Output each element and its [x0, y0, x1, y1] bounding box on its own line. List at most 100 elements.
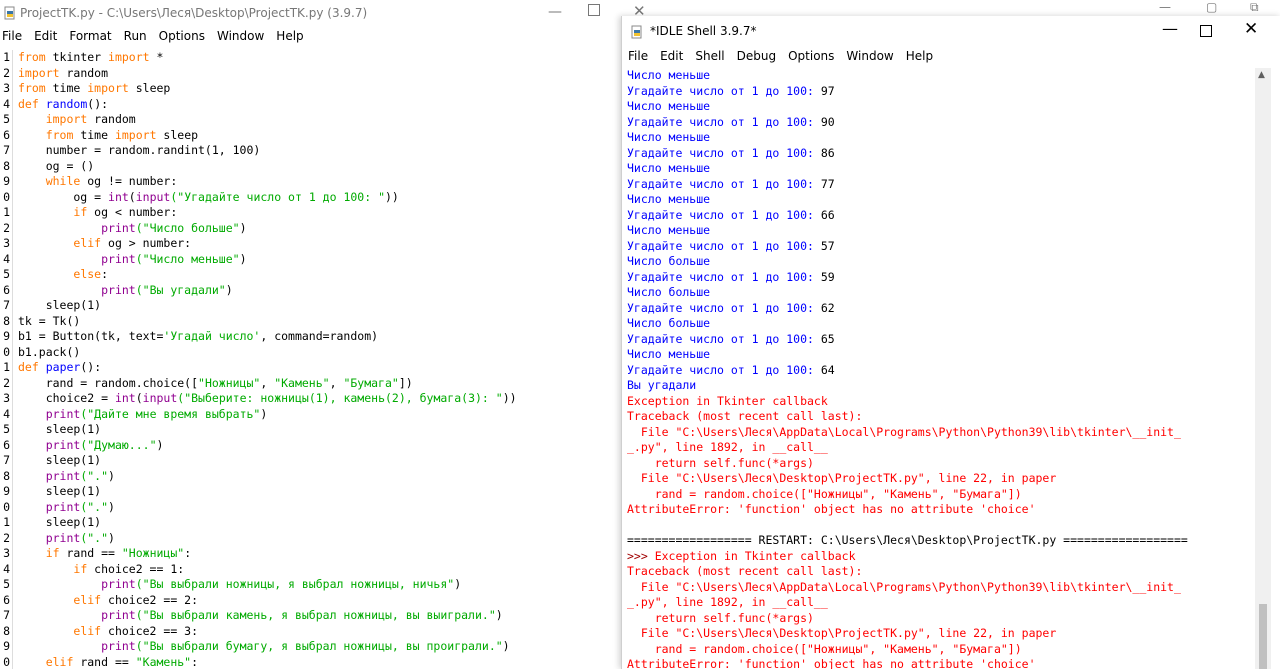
- shell-line: Число больше: [627, 254, 711, 268]
- shell-line: Exception in Tkinter callback: [627, 393, 828, 408]
- editor-menu-file[interactable]: File: [0, 29, 28, 47]
- shell-line: return self.func(*args): [627, 455, 814, 470]
- editor-minimize-icon[interactable]: —: [545, 4, 565, 20]
- code-text: from tkinter import *: [18, 50, 164, 64]
- shell-line: _.py", line 1892, in __call__: [627, 440, 828, 454]
- shell-menu-debug[interactable]: Debug: [731, 49, 782, 67]
- shell-line: AttributeError: 'function' object has no…: [627, 657, 1036, 669]
- editor-menu-window[interactable]: Window: [211, 29, 270, 47]
- shell-output[interactable]: Число меньше Угадайте число от 1 до 100: …: [627, 68, 1252, 669]
- line-number: 9: [3, 639, 10, 653]
- shell-line: Угадайте число от 1 до 100: 90: [627, 114, 835, 129]
- background-maximize-icon[interactable]: ▢: [1206, 0, 1217, 14]
- code-text: sleep(1): [18, 422, 102, 436]
- shell-line: Число меньше: [627, 68, 711, 82]
- code-text: sleep(1): [18, 515, 102, 529]
- code-text: print("Вы выбрали бумагу, я выбрал ножни…: [101, 639, 510, 653]
- shell-menubar: File Edit Shell Debug Options Window Hel…: [622, 49, 939, 67]
- code-text: print("."): [45, 530, 115, 545]
- shell-line: AttributeError: 'function' object has no…: [627, 502, 1036, 516]
- code-text: elif rand == "Камень":: [45, 654, 199, 669]
- scrollbar-thumb[interactable]: [1259, 604, 1267, 669]
- editor-window: ProjectTK.py - C:\Users\Леся\Desktop\Pro…: [0, 0, 662, 669]
- editor-titlebar[interactable]: ProjectTK.py - C:\Users\Леся\Desktop\Pro…: [0, 0, 662, 27]
- shell-line: Вы угадали: [627, 378, 697, 392]
- shell-titlebar[interactable]: *IDLE Shell 3.9.7* — ✕: [622, 16, 1280, 48]
- line-number: 5: [3, 422, 10, 436]
- shell-line: return self.func(*args): [627, 610, 814, 625]
- line-number: 0: [3, 344, 10, 359]
- code-text: choice2 = int(input("Выберите: ножницы(1…: [18, 391, 517, 405]
- background-close-icon[interactable]: ⧉: [1250, 0, 1259, 15]
- shell-menu-options[interactable]: Options: [782, 49, 840, 67]
- shell-line: Traceback (most recent call last):: [627, 564, 863, 578]
- line-number: 0: [3, 654, 10, 669]
- line-number: 8: [3, 623, 10, 638]
- code-text: if choice2 == 1:: [73, 561, 185, 576]
- shell-line: Число меньше: [627, 161, 711, 175]
- line-number: 5: [3, 112, 10, 126]
- python-file-icon: [4, 6, 15, 20]
- line-number: 6: [3, 127, 10, 142]
- shell-line: >>> Exception in Tkinter callback: [627, 548, 856, 563]
- shell-menu-shell[interactable]: Shell: [689, 49, 730, 67]
- line-number: 9: [3, 174, 10, 188]
- scroll-up-arrow-icon[interactable]: ▲: [1258, 70, 1265, 80]
- editor-menu-options[interactable]: Options: [153, 29, 211, 47]
- shell-minimize-icon[interactable]: —: [1162, 19, 1178, 38]
- code-text: print("."): [45, 468, 115, 483]
- line-number: 1: [3, 360, 10, 374]
- line-number: 2: [3, 220, 10, 235]
- shell-maximize-icon[interactable]: [1200, 25, 1212, 37]
- code-text: og = int(input("Угадайте число от 1 до 1…: [18, 189, 399, 204]
- shell-line: rand = random.choice(["Ножницы", "Камень…: [627, 486, 1022, 501]
- line-number: 4: [3, 251, 10, 266]
- shell-line: Число меньше: [627, 223, 711, 237]
- editor-menubar: File Edit Format Run Options Window Help: [0, 29, 310, 47]
- editor-menu-format[interactable]: Format: [63, 29, 117, 47]
- shell-line: Число больше: [627, 285, 711, 299]
- code-text: print("Вы выбрали камень, я выбрал ножни…: [101, 608, 503, 622]
- code-text: import random: [18, 65, 109, 80]
- code-text: from time import sleep: [18, 81, 171, 95]
- line-number: 8: [3, 158, 10, 173]
- code-text: tk = Tk(): [18, 313, 81, 328]
- code-text: b1 = Button(tk, text='Угадай число', com…: [18, 329, 379, 343]
- shell-menu-file[interactable]: File: [622, 49, 654, 67]
- shell-line: rand = random.choice(["Ножницы", "Камень…: [627, 641, 1022, 656]
- line-number: 1: [3, 205, 10, 219]
- background-minimize-icon[interactable]: —: [1159, 0, 1171, 14]
- shell-menu-edit[interactable]: Edit: [654, 49, 689, 67]
- code-text: og = (): [18, 158, 95, 173]
- editor-menu-help[interactable]: Help: [270, 29, 309, 47]
- line-number: 7: [3, 453, 10, 467]
- editor-maximize-icon[interactable]: [588, 4, 600, 16]
- line-number: 9: [3, 329, 10, 343]
- shell-line: Угадайте число от 1 до 100: 97: [627, 83, 835, 98]
- shell-line: Число меньше: [627, 347, 711, 361]
- shell-menu-help[interactable]: Help: [900, 49, 939, 67]
- code-text: b1.pack(): [18, 344, 81, 359]
- line-number: 3: [3, 391, 10, 405]
- idle-shell-icon: [631, 25, 642, 39]
- line-number: 8: [3, 313, 10, 328]
- code-text: print("Число меньше"): [101, 251, 247, 266]
- code-text: elif choice2 == 2:: [73, 592, 199, 607]
- shell-close-icon[interactable]: ✕: [1244, 19, 1258, 39]
- line-number: 2: [3, 65, 10, 80]
- shell-scrollbar[interactable]: ▲: [1255, 68, 1271, 669]
- code-text: print("Думаю..."): [45, 437, 164, 452]
- code-editor[interactable]: 1 from tkinter import * 2 import random 3 fro…: [0, 50, 662, 669]
- code-text: elif og > number:: [73, 236, 192, 250]
- code-text: from time import sleep: [45, 127, 199, 142]
- code-text: while og != number:: [45, 174, 178, 188]
- shell-menu-window[interactable]: Window: [840, 49, 899, 67]
- line-number: 3: [3, 236, 10, 250]
- shell-line: Число меньше: [627, 99, 711, 113]
- editor-menu-run[interactable]: Run: [118, 29, 153, 47]
- line-number: 0: [3, 499, 10, 514]
- line-number: 4: [3, 96, 10, 111]
- line-number: 3: [3, 546, 10, 560]
- code-text: if rand == "Ножницы":: [45, 546, 192, 560]
- editor-menu-edit[interactable]: Edit: [28, 29, 63, 47]
